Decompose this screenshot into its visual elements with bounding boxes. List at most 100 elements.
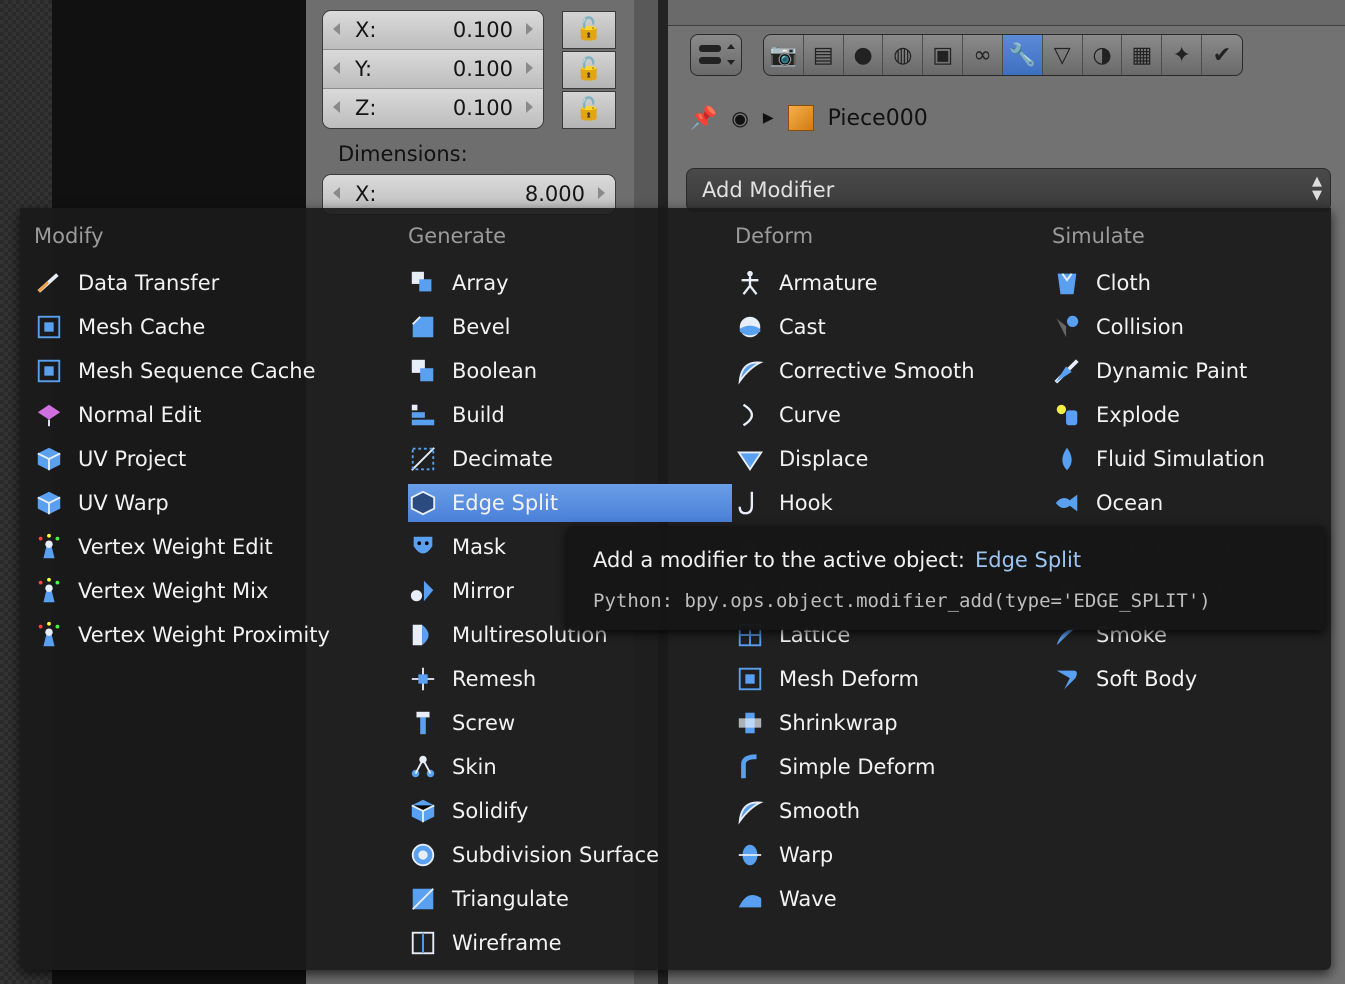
camera-icon: 📷: [769, 42, 798, 68]
tab-physics[interactable]: ✔: [1202, 35, 1242, 75]
menu-item-edge-split[interactable]: Edge Split: [408, 484, 732, 522]
menu-item-triangulate[interactable]: Triangulate: [408, 880, 732, 918]
menu-item-vertex-weight-mix[interactable]: Vertex Weight Mix: [34, 572, 374, 610]
tab-constraints[interactable]: ∞: [963, 35, 1003, 75]
dimensions-label: Dimensions:: [338, 142, 468, 166]
fluid-simulation-icon: [1052, 445, 1082, 473]
vertex-weight-icon: [34, 577, 64, 605]
tab-material[interactable]: ◑: [1083, 35, 1123, 75]
menu-item-collision[interactable]: Collision: [1052, 308, 1322, 346]
tab-particles[interactable]: ✦: [1162, 35, 1203, 75]
menu-item-array[interactable]: Array: [408, 264, 732, 302]
menu-item-corrective-smooth[interactable]: Corrective Smooth: [735, 352, 1035, 390]
dynamic-paint-icon: [1052, 357, 1082, 385]
menu-item-vertex-weight-edit[interactable]: Vertex Weight Edit: [34, 528, 374, 566]
menu-item-label: Dynamic Paint: [1096, 359, 1248, 383]
cast-icon: [735, 313, 765, 341]
tab-data[interactable]: ▽: [1043, 35, 1083, 75]
menu-item-label: Cloth: [1096, 271, 1151, 295]
menu-item-label: Array: [452, 271, 509, 295]
ocean-icon: [1052, 489, 1082, 517]
menu-item-label: Explode: [1096, 403, 1180, 427]
menu-item-curve[interactable]: Curve: [735, 396, 1035, 434]
multiresolution-icon: [408, 621, 438, 649]
menu-item-armature[interactable]: Armature: [735, 264, 1035, 302]
menu-item-bevel[interactable]: Bevel: [408, 308, 732, 346]
menu-item-cast[interactable]: Cast: [735, 308, 1035, 346]
menu-item-ocean[interactable]: Ocean: [1052, 484, 1322, 522]
scale-y-field[interactable]: Y: 0.100: [323, 50, 543, 89]
menu-item-build[interactable]: Build: [408, 396, 732, 434]
menu-item-simple-deform[interactable]: Simple Deform: [735, 748, 1035, 786]
add-modifier-dropdown[interactable]: Add Modifier ▲ ▼: [686, 168, 1331, 212]
menu-item-uv-warp[interactable]: UV Warp: [34, 484, 374, 522]
lock-scale-x-button[interactable]: 🔓: [562, 11, 616, 49]
menu-item-label: Subdivision Surface: [452, 843, 660, 867]
menu-item-label: Mesh Cache: [78, 315, 206, 339]
menu-item-data-transfer[interactable]: Data Transfer: [34, 264, 374, 302]
tooltip-highlight: Edge Split: [975, 548, 1082, 572]
menu-item-cloth[interactable]: Cloth: [1052, 264, 1322, 302]
menu-item-vertex-weight-proximity[interactable]: Vertex Weight Proximity: [34, 616, 374, 654]
simple-deform-icon: [735, 753, 765, 781]
menu-item-label: Build: [452, 403, 505, 427]
menu-item-solidify[interactable]: Solidify: [408, 792, 732, 830]
menu-item-shrinkwrap[interactable]: Shrinkwrap: [735, 704, 1035, 742]
editor-type-selector[interactable]: [690, 34, 742, 76]
tab-texture[interactable]: ▦: [1122, 35, 1163, 75]
constraint-link-icon: ∞: [973, 42, 992, 68]
render-layers-icon: ▤: [812, 42, 834, 68]
menu-item-skin[interactable]: Skin: [408, 748, 732, 786]
menu-item-normal-edit[interactable]: Normal Edit: [34, 396, 374, 434]
menu-item-label: UV Warp: [78, 491, 169, 515]
menu-item-decimate[interactable]: Decimate: [408, 440, 732, 478]
tab-modifiers[interactable]: 🔧: [1002, 35, 1043, 75]
menu-item-fluid-simulation[interactable]: Fluid Simulation: [1052, 440, 1322, 478]
lock-scale-z-button[interactable]: 🔓: [562, 91, 616, 129]
menu-item-label: Vertex Weight Mix: [78, 579, 269, 603]
tab-object[interactable]: ▣: [923, 35, 964, 75]
menu-item-label: Wireframe: [452, 931, 562, 955]
object-cube-icon: [787, 105, 814, 131]
menu-item-label: Skin: [452, 755, 497, 779]
menu-item-label: Data Transfer: [78, 271, 220, 295]
tab-render-layers[interactable]: ▤: [804, 35, 844, 75]
object-cube-icon: ▣: [932, 42, 954, 68]
menu-item-explode[interactable]: Explode: [1052, 396, 1322, 434]
tab-render[interactable]: 📷: [764, 35, 804, 75]
dropdown-arrows-icon: ▲ ▼: [1312, 174, 1322, 203]
scale-z-field[interactable]: Z: 0.100: [323, 89, 543, 128]
mesh-sequence-cache-icon: [34, 357, 64, 385]
menu-item-dynamic-paint[interactable]: Dynamic Paint: [1052, 352, 1322, 390]
menu-item-subdivision-surface[interactable]: Subdivision Surface: [408, 836, 732, 874]
remesh-icon: [408, 665, 438, 693]
scale-x-field[interactable]: X: 0.100: [323, 11, 543, 50]
boolean-icon: [408, 357, 438, 385]
mesh-cache-icon: [34, 313, 64, 341]
menu-item-label: Hook: [779, 491, 833, 515]
menu-item-mesh-sequence-cache[interactable]: Mesh Sequence Cache: [34, 352, 374, 390]
menu-item-smooth[interactable]: Smooth: [735, 792, 1035, 830]
menu-item-mesh-deform[interactable]: Mesh Deform: [735, 660, 1035, 698]
menu-item-mesh-cache[interactable]: Mesh Cache: [34, 308, 374, 346]
menu-item-hook[interactable]: Hook: [735, 484, 1035, 522]
tab-scene[interactable]: ●: [844, 35, 884, 75]
menu-item-label: Wave: [779, 887, 837, 911]
displace-icon: [735, 445, 765, 473]
armature-icon: [735, 269, 765, 297]
menu-item-warp[interactable]: Warp: [735, 836, 1035, 874]
tab-world[interactable]: ◍: [883, 35, 924, 75]
lock-scale-y-button[interactable]: 🔓: [562, 51, 616, 89]
menu-item-uv-project[interactable]: UV Project: [34, 440, 374, 478]
array-icon: [408, 269, 438, 297]
menu-item-wireframe[interactable]: Wireframe: [408, 924, 732, 962]
menu-item-soft-body[interactable]: Soft Body: [1052, 660, 1322, 698]
smooth-icon: [735, 797, 765, 825]
menu-item-wave[interactable]: Wave: [735, 880, 1035, 918]
menu-item-screw[interactable]: Screw: [408, 704, 732, 742]
pin-icon[interactable]: 📌: [690, 106, 717, 131]
menu-item-displace[interactable]: Displace: [735, 440, 1035, 478]
menu-item-boolean[interactable]: Boolean: [408, 352, 732, 390]
menu-item-label: Decimate: [452, 447, 553, 471]
menu-item-remesh[interactable]: Remesh: [408, 660, 732, 698]
